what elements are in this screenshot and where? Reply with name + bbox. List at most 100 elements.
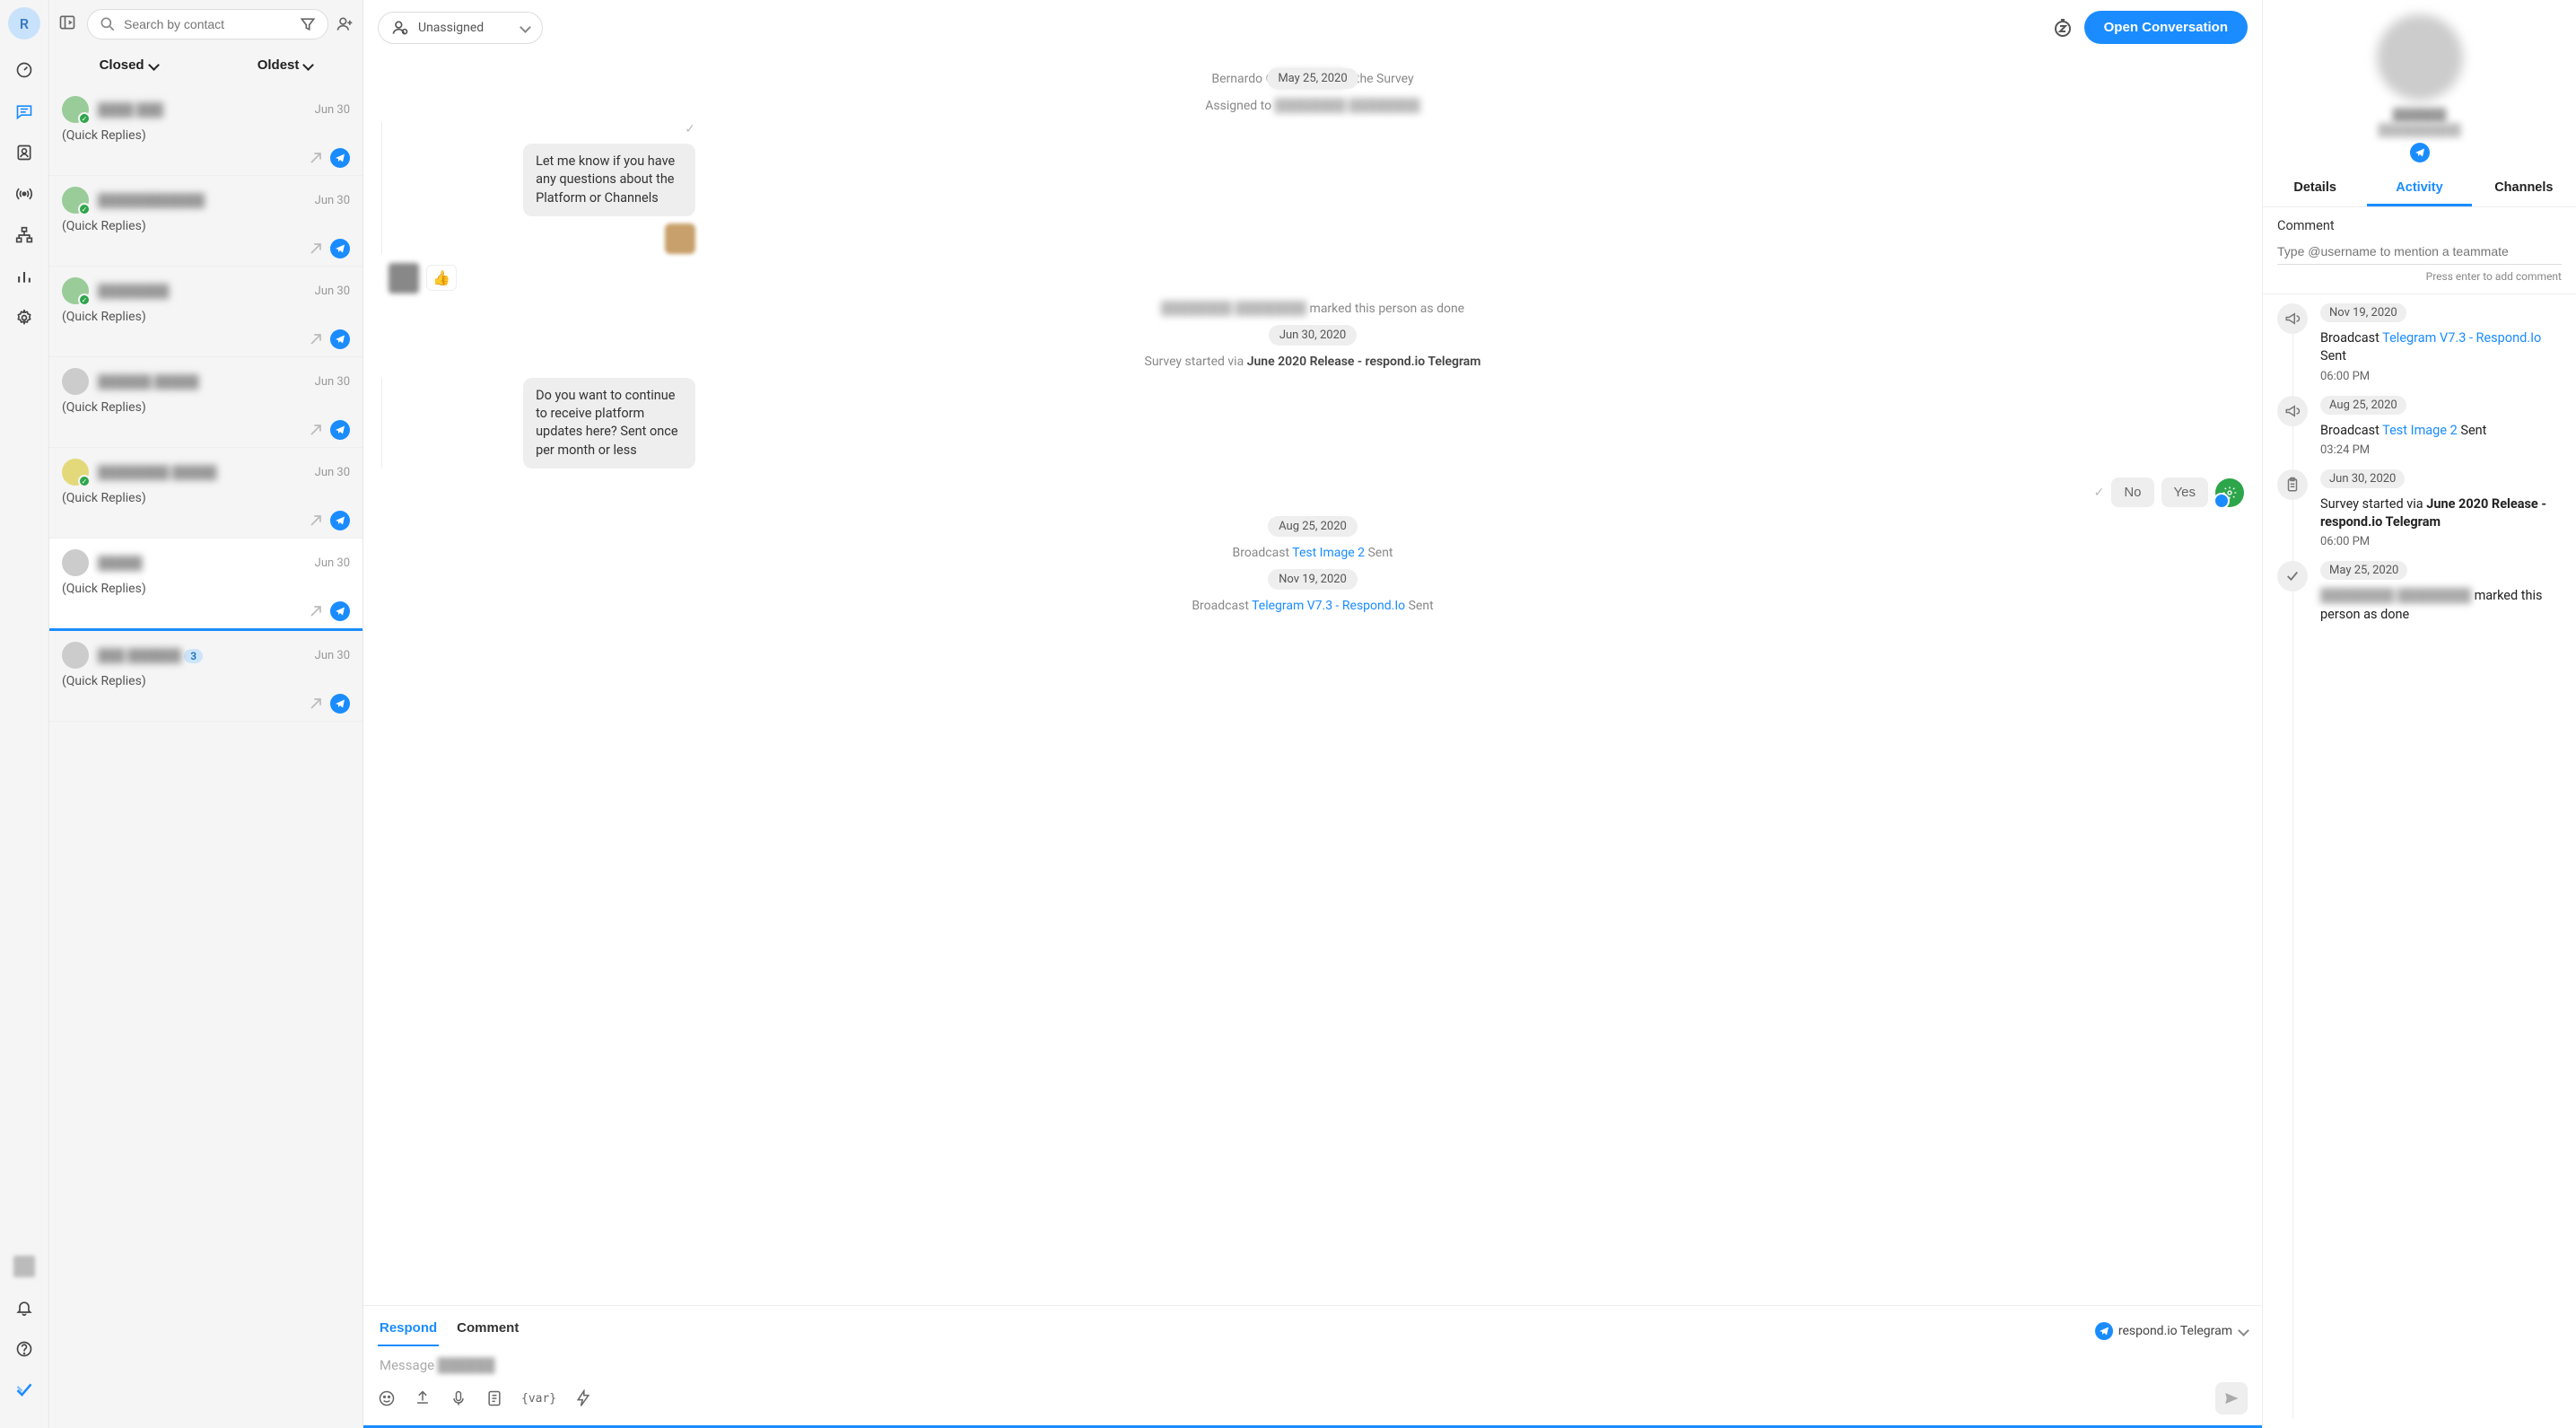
channel-select[interactable]: respond.io Telegram (2095, 1315, 2248, 1346)
emoji-icon[interactable] (378, 1389, 396, 1407)
conversation-preview: (Quick Replies) (62, 400, 350, 415)
user-avatar[interactable]: R (8, 7, 40, 39)
system-event: Broadcast Test Image 2 Sent (381, 546, 2244, 560)
quick-reply-no[interactable]: No (2111, 477, 2153, 507)
reports-icon[interactable] (13, 266, 35, 287)
collapse-panel-icon[interactable] (58, 13, 80, 35)
messages-icon[interactable] (13, 101, 35, 122)
contact-name: █████ (98, 556, 306, 571)
outgoing-arrow-icon (307, 421, 325, 439)
conversation-preview: (Quick Replies) (62, 674, 350, 688)
outgoing-arrow-icon (307, 695, 325, 713)
contact-avatar: ✓ (62, 277, 89, 304)
activity-text: Survey started via June 2020 Release - r… (2320, 495, 2562, 532)
tab-comment[interactable]: Comment (455, 1315, 520, 1346)
outgoing-arrow-icon (307, 512, 325, 530)
variable-icon[interactable]: {var} (521, 1392, 556, 1406)
bot-avatar (2215, 478, 2244, 507)
reaction-thumbsup: 👍 (426, 265, 457, 291)
send-button[interactable] (2215, 1382, 2248, 1415)
filter-icon[interactable] (299, 15, 317, 33)
conversation-preview: (Quick Replies) (62, 128, 350, 143)
status-filter[interactable]: Closed (100, 57, 158, 73)
activity-date: Nov 19, 2020 (2320, 303, 2406, 322)
tab-respond[interactable]: Respond (378, 1315, 439, 1346)
automation-icon[interactable] (574, 1389, 592, 1407)
search-input-wrap[interactable] (87, 9, 328, 39)
telegram-icon (330, 148, 350, 168)
activity-date: May 25, 2020 (2320, 561, 2407, 580)
system-event: Broadcast Telegram V7.3 - Respond.Io Sen… (381, 599, 2244, 613)
conversation-item[interactable]: ✓ ████ ███ Jun 30 (Quick Replies) (49, 85, 362, 176)
activity-date: Aug 25, 2020 (2320, 396, 2406, 415)
mic-icon[interactable] (450, 1389, 467, 1407)
activity-time: 03:24 PM (2320, 443, 2562, 457)
settings-icon[interactable] (13, 307, 35, 329)
conversation-item[interactable]: ██████ █████ Jun 30 (Quick Replies) (49, 357, 362, 448)
activity-link[interactable]: Test Image 2 (2382, 423, 2458, 438)
message-input[interactable]: Message ██████ (378, 1346, 2248, 1377)
tab-details[interactable]: Details (2263, 171, 2367, 206)
comment-label: Comment (2277, 218, 2562, 233)
message-bubble: Do you want to continue to receive platf… (523, 378, 695, 469)
delivered-check-icon: ✓ (685, 122, 695, 136)
tab-activity[interactable]: Activity (2367, 171, 2471, 206)
conversation-preview: (Quick Replies) (62, 491, 350, 505)
conversation-item[interactable]: ✓ ████████ Jun 30 (Quick Replies) (49, 267, 362, 357)
broadcast-icon[interactable] (13, 183, 35, 205)
megaphone-icon (2277, 303, 2308, 334)
telegram-icon (330, 420, 350, 440)
snooze-icon[interactable] (2052, 17, 2074, 39)
comment-hint: Press enter to add comment (2277, 270, 2562, 283)
add-contact-icon[interactable] (336, 15, 354, 33)
activity-text: ████████ ████████ marked this person as … (2320, 587, 2562, 624)
conversation-date: Jun 30 (315, 375, 350, 389)
activity-item: Aug 25, 2020 Broadcast Test Image 2 Sent… (2277, 396, 2562, 457)
contacts-icon[interactable] (13, 142, 35, 163)
conversation-preview: (Quick Replies) (62, 310, 350, 324)
conversation-item[interactable]: ✓ ████████████ Jun 30 (Quick Replies) (49, 176, 362, 267)
workflows-icon[interactable] (13, 224, 35, 246)
contact-name: ████████ █████ (98, 465, 306, 480)
notifications-icon[interactable] (13, 1297, 35, 1318)
contact-avatar (2377, 14, 2463, 101)
telegram-icon (2410, 143, 2430, 162)
conversation-item[interactable]: █████ Jun 30 (Quick Replies) (49, 539, 362, 631)
logo-icon[interactable] (13, 1380, 35, 1401)
open-conversation-button[interactable]: Open Conversation (2084, 11, 2248, 44)
tab-channels[interactable]: Channels (2472, 171, 2576, 206)
contact-name: ████████ (98, 284, 306, 299)
conversation-preview: (Quick Replies) (62, 582, 350, 596)
contact-avatar: ✓ (62, 96, 89, 123)
conversation-item[interactable]: ✓ ████████ █████ Jun 30 (Quick Replies) (49, 448, 362, 539)
snippet-icon[interactable] (485, 1389, 503, 1407)
telegram-icon (330, 329, 350, 349)
contact-avatar (389, 263, 419, 293)
telegram-icon (330, 511, 350, 530)
clipboard-icon (2277, 469, 2308, 500)
telegram-icon (330, 694, 350, 714)
conversation-date: Jun 30 (315, 556, 350, 570)
attach-icon[interactable] (414, 1389, 432, 1407)
quick-reply-yes[interactable]: Yes (2161, 477, 2208, 507)
dashboard-icon[interactable] (13, 59, 35, 81)
conversation-preview: (Quick Replies) (62, 219, 350, 233)
message-outgoing: Do you want to continue to receive platf… (381, 378, 695, 469)
chevron-down-icon (302, 57, 312, 73)
conversation-item[interactable]: ███ ██████ 3 Jun 30 (Quick Replies) (49, 631, 362, 722)
broadcast-link[interactable]: Test Image 2 (1292, 546, 1365, 560)
activity-date: Jun 30, 2020 (2320, 469, 2405, 488)
broadcast-link[interactable]: Telegram V7.3 - Respond.Io (1252, 599, 1405, 613)
comment-input[interactable] (2277, 239, 2562, 265)
date-separator: Nov 19, 2020 (1268, 569, 1358, 590)
assignee-select[interactable]: Unassigned (378, 12, 543, 44)
sort-filter[interactable]: Oldest (258, 57, 313, 73)
help-icon[interactable] (13, 1338, 35, 1360)
chevron-down-icon (520, 21, 529, 35)
activity-link[interactable]: Telegram V7.3 - Respond.Io (2382, 330, 2541, 346)
workspace-icon[interactable] (13, 1256, 35, 1277)
reaction-row: 👍 (389, 263, 2244, 293)
contact-avatar (62, 549, 89, 576)
search-input[interactable] (124, 17, 292, 31)
delivered-check-icon: ✓ (2094, 486, 2105, 500)
